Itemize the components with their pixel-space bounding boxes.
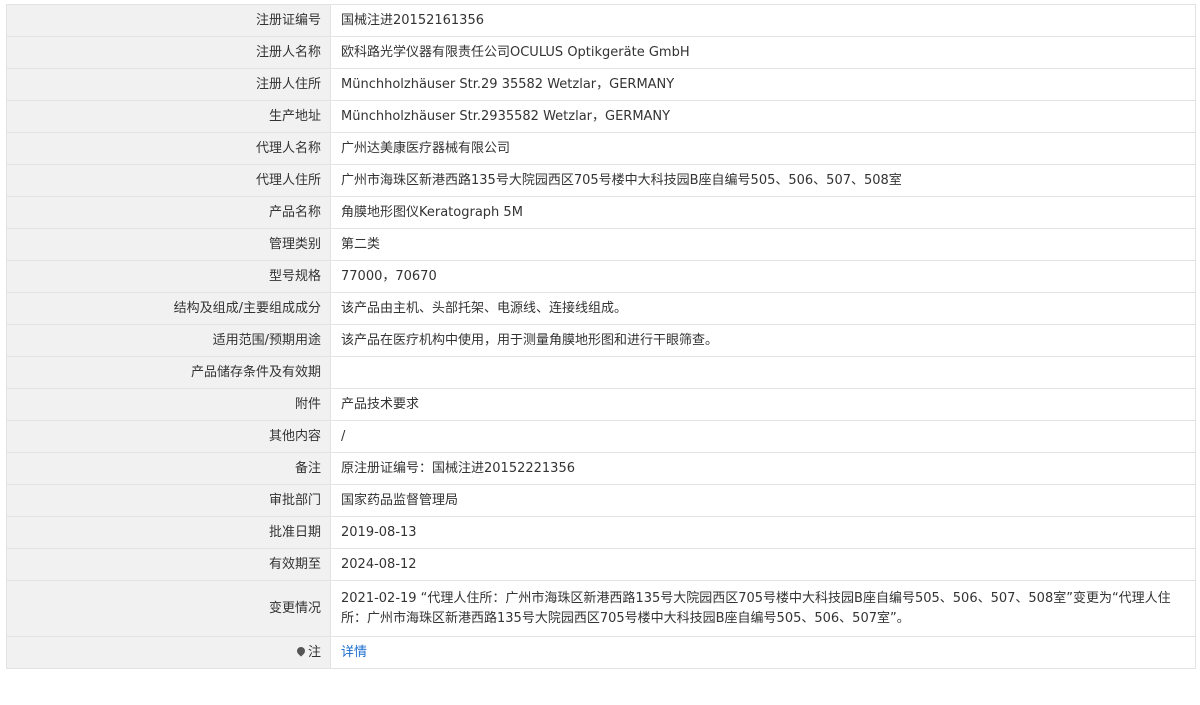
table-row: 批准日期 2019-08-13 [6,516,1196,549]
row-value-storage-validity [330,356,1196,389]
table-row: 管理类别 第二类 [6,228,1196,261]
row-label-production-address: 生产地址 [6,100,331,133]
table-row: 产品名称 角膜地形图仪Keratograph 5M [6,196,1196,229]
table-row: 附件 产品技术要求 [6,388,1196,421]
row-label-agent-address: 代理人住所 [6,164,331,197]
row-value-management-category: 第二类 [330,228,1196,261]
row-value-other-content: / [330,420,1196,453]
details-link[interactable]: 详情 [341,645,367,660]
table-row: 其他内容 / [6,420,1196,453]
row-label-registrant-address: 注册人住所 [6,68,331,101]
row-label-intended-use: 适用范围/预期用途 [6,324,331,357]
row-label-storage-validity: 产品储存条件及有效期 [6,356,331,389]
row-label-agent-name: 代理人名称 [6,132,331,165]
table-row: 注册人住所 Münchholzhäuser Str.29 35582 Wetzl… [6,68,1196,101]
row-value-agent-address: 广州市海珠区新港西路135号大院园西区705号楼中大科技园B座自编号505、50… [330,164,1196,197]
row-value-model-spec: 77000，70670 [330,260,1196,293]
row-value-valid-until: 2024-08-12 [330,548,1196,581]
row-label-product-name: 产品名称 [6,196,331,229]
row-label-change-history: 变更情况 [6,580,331,637]
row-label-registration-number: 注册证编号 [6,4,331,37]
table-row: 型号规格 77000，70670 [6,260,1196,293]
row-label-note: 注 [6,636,331,669]
row-value-intended-use: 该产品在医疗机构中使用，用于测量角膜地形图和进行干眼筛查。 [330,324,1196,357]
row-label-attachment: 附件 [6,388,331,421]
row-value-production-address: Münchholzhäuser Str.2935582 Wetzlar，GERM… [330,100,1196,133]
row-label-valid-until: 有效期至 [6,548,331,581]
row-label-approval-date: 批准日期 [6,516,331,549]
row-value-change-history: 2021-02-19 “代理人住所：广州市海珠区新港西路135号大院园西区705… [330,580,1196,637]
table-row: 注册证编号 国械注进20152161356 [6,4,1196,37]
row-value-approval-department: 国家药品监督管理局 [330,484,1196,517]
row-label-model-spec: 型号规格 [6,260,331,293]
row-value-product-name: 角膜地形图仪Keratograph 5M [330,196,1196,229]
registration-detail-panel: 注册证编号 国械注进20152161356 注册人名称 欧科路光学仪器有限责任公… [6,4,1196,669]
table-row: 代理人名称 广州达美康医疗器械有限公司 [6,132,1196,165]
map-pin-icon [295,644,307,657]
row-value-registrant-name: 欧科路光学仪器有限责任公司OCULUS Optikgeräte GmbH [330,36,1196,69]
row-value-registrant-address: Münchholzhäuser Str.29 35582 Wetzlar，GER… [330,68,1196,101]
row-label-management-category: 管理类别 [6,228,331,261]
row-label-remarks: 备注 [6,452,331,485]
registration-detail-table: 注册证编号 国械注进20152161356 注册人名称 欧科路光学仪器有限责任公… [6,4,1196,669]
table-row: 变更情况 2021-02-19 “代理人住所：广州市海珠区新港西路135号大院园… [6,580,1196,637]
row-value-registration-number: 国械注进20152161356 [330,4,1196,37]
table-row: 适用范围/预期用途 该产品在医疗机构中使用，用于测量角膜地形图和进行干眼筛查。 [6,324,1196,357]
table-row: 有效期至 2024-08-12 [6,548,1196,581]
row-label-other-content: 其他内容 [6,420,331,453]
row-value-approval-date: 2019-08-13 [330,516,1196,549]
row-value-attachment: 产品技术要求 [330,388,1196,421]
row-value-structure-composition: 该产品由主机、头部托架、电源线、连接线组成。 [330,292,1196,325]
table-row: 注册人名称 欧科路光学仪器有限责任公司OCULUS Optikgeräte Gm… [6,36,1196,69]
table-row: 代理人住所 广州市海珠区新港西路135号大院园西区705号楼中大科技园B座自编号… [6,164,1196,197]
table-row: 注 详情 [6,636,1196,669]
row-value-note: 详情 [330,636,1196,669]
row-label-structure-composition: 结构及组成/主要组成成分 [6,292,331,325]
table-row: 产品储存条件及有效期 [6,356,1196,389]
row-value-remarks: 原注册证编号：国械注进20152221356 [330,452,1196,485]
row-label-registrant-name: 注册人名称 [6,36,331,69]
table-row: 审批部门 国家药品监督管理局 [6,484,1196,517]
row-label-approval-department: 审批部门 [6,484,331,517]
table-row: 生产地址 Münchholzhäuser Str.2935582 Wetzlar… [6,100,1196,133]
table-row: 结构及组成/主要组成成分 该产品由主机、头部托架、电源线、连接线组成。 [6,292,1196,325]
note-label: 注 [307,644,321,660]
table-row: 备注 原注册证编号：国械注进20152221356 [6,452,1196,485]
row-value-agent-name: 广州达美康医疗器械有限公司 [330,132,1196,165]
